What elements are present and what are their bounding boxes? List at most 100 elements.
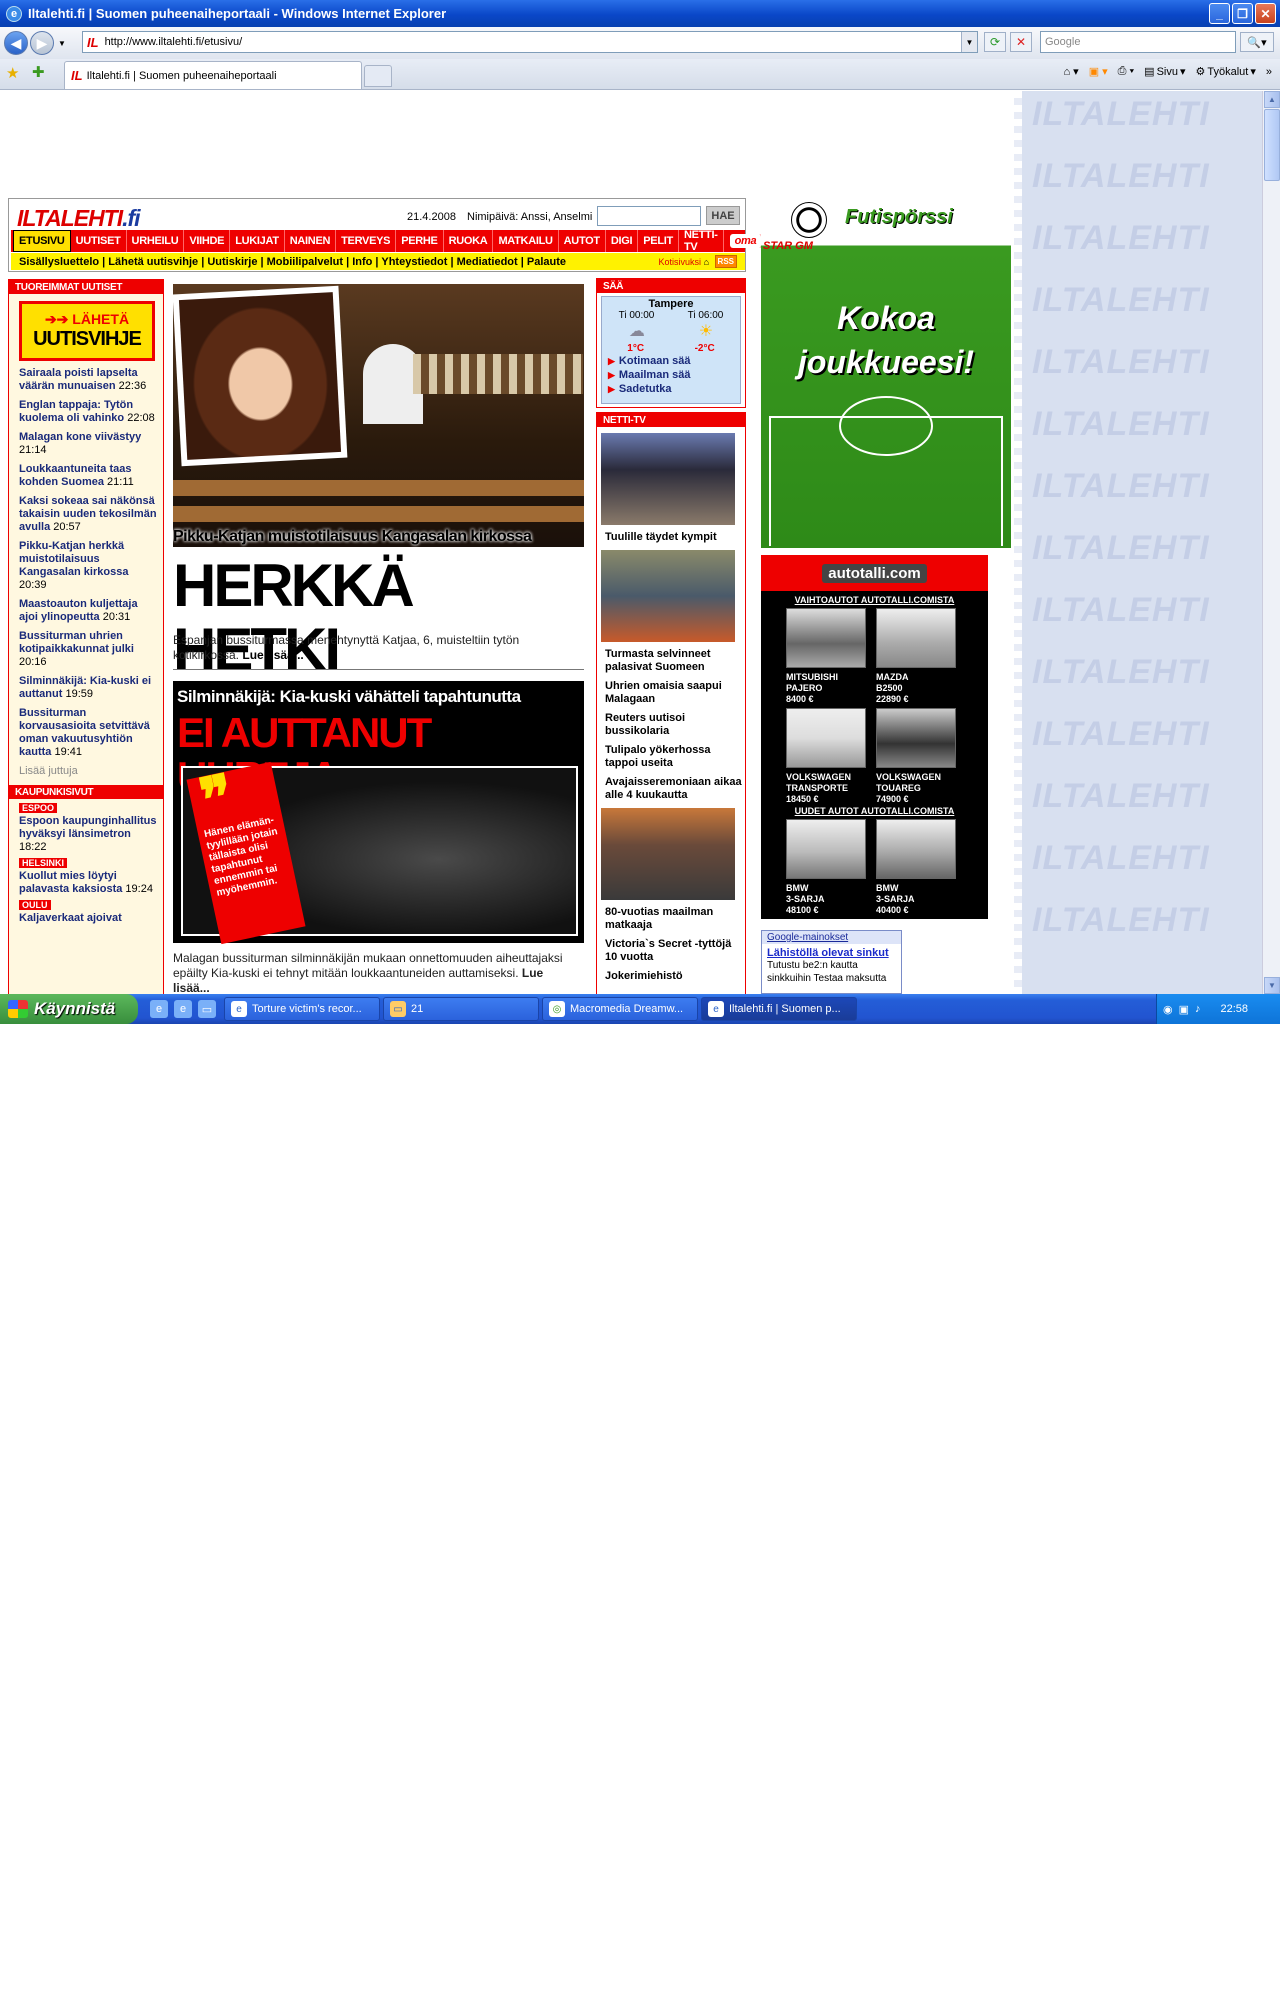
latest-news-title: TUOREIMMAT UUTISET xyxy=(9,280,163,294)
weather-link[interactable]: ▶ Sadetutka xyxy=(602,382,740,396)
minimize-button[interactable]: _ xyxy=(1209,3,1230,24)
tv-item[interactable]: Turmasta selvinneet palasivat Suomeen xyxy=(599,648,743,674)
car-item[interactable]: BMW 3-SARJA 48100 € xyxy=(786,819,874,915)
search-button[interactable]: 🔍▾ xyxy=(1240,32,1274,52)
feeds-icon[interactable]: ▣ ▾ xyxy=(1089,65,1108,78)
weather-widget[interactable]: Tampere Ti 00:00 Ti 06:00 ☁ ☀ 1°C -2°C ▶ Kot… xyxy=(601,296,741,404)
tv-thumbnail[interactable] xyxy=(601,808,735,900)
tv-item[interactable]: 80-vuotias maailman matkaaja xyxy=(599,906,743,932)
scroll-thumb[interactable] xyxy=(1264,109,1280,181)
tv-item[interactable]: Jokerimiehistö xyxy=(599,970,743,983)
story2-box[interactable]: Silminnäkijä: Kia-kuski vähätteli tapaht… xyxy=(173,681,584,945)
forward-button[interactable]: ▶ xyxy=(30,31,54,55)
car-model: VOLKSWAGEN xyxy=(876,772,942,782)
add-favorite-icon[interactable]: ✚ xyxy=(32,63,45,81)
favorites-star-icon[interactable]: ★ xyxy=(6,64,19,82)
news-item[interactable]: Bussiturman uhrien kotipaikkakunnat julk… xyxy=(19,630,157,669)
car-item[interactable]: VOLKSWAGEN TOUAREG 74900 € xyxy=(876,708,964,806)
tray-help-icon[interactable]: ◉ xyxy=(1163,1003,1173,1016)
home-icon[interactable]: ⌂ ▾ xyxy=(1063,65,1078,78)
main-story-column: Pikku-Katjan muistotilaisuus Kangasalan … xyxy=(173,284,585,994)
news-time: 20:39 xyxy=(19,579,47,591)
tab-iltalehti[interactable]: IL Iltalehti.fi | Suomen puheenaiheporta… xyxy=(64,61,362,89)
task-iltalehti[interactable]: e Iltalehti.fi | Suomen p... xyxy=(701,997,857,1021)
close-button[interactable]: ✕ xyxy=(1255,3,1276,24)
city-news-item[interactable]: Kaljaverkaat ajoivat xyxy=(9,912,163,925)
car-item[interactable]: VOLKSWAGEN TRANSPORTE 18450 € xyxy=(786,708,874,806)
task-folder-21[interactable]: ▭ 21 xyxy=(383,997,539,1021)
print-icon[interactable]: ⎙ ▾ xyxy=(1118,65,1134,78)
car-model: 3-SARJA xyxy=(786,894,825,904)
tv-item[interactable]: Tulipalo yökerhossa tappoi useita xyxy=(599,744,743,770)
address-text: http://www.iltalehti.fi/etusivu/ xyxy=(104,36,243,48)
tv-item[interactable]: Victoria`s Secret -tyttöjä 10 vuotta xyxy=(599,938,743,964)
quicklaunch-ie2-icon[interactable]: e xyxy=(174,1000,192,1018)
quicklaunch-ie-icon[interactable]: e xyxy=(150,1000,168,1018)
story1-caption[interactable]: Pikku-Katjan muistotilaisuus Kangasalan … xyxy=(173,528,584,546)
google-ads-header[interactable]: Google-mainokset xyxy=(762,931,901,944)
tv-thumbnail[interactable] xyxy=(601,433,735,525)
refresh-button[interactable]: ⟳ xyxy=(984,32,1006,52)
scroll-up-icon[interactable]: ▲ xyxy=(1264,91,1280,108)
address-dropdown-icon[interactable]: ▼ xyxy=(961,32,977,52)
stop-button[interactable]: ✕ xyxy=(1010,32,1032,52)
used-cars-link[interactable]: VAIHTOAUTOT AUTOTALLI.COMISTA xyxy=(761,595,988,605)
maximize-button[interactable]: ❐ xyxy=(1232,3,1253,24)
car-item[interactable]: MAZDA B2500 22890 € xyxy=(876,608,964,706)
city-tag[interactable]: HELSINKI xyxy=(19,858,68,868)
news-item[interactable]: Maastoauton kuljettaja ajoi ylinopeutta … xyxy=(19,598,157,624)
address-bar[interactable]: IL http://www.iltalehti.fi/etusivu/ ▼ xyxy=(82,31,978,53)
city-tag[interactable]: ESPOO xyxy=(19,803,58,813)
task-torture[interactable]: e Torture victim's recor... xyxy=(224,997,380,1021)
netti-tv-list: Tuulille täydet kympit Turmasta selvinnee… xyxy=(597,427,745,994)
task-dreamweaver[interactable]: ◎ Macromedia Dreamw... xyxy=(542,997,698,1021)
car-photo xyxy=(876,708,956,768)
news-item[interactable]: Loukkaantuneita taas kohden Suomea 21:11 xyxy=(19,463,157,489)
new-tab-button[interactable] xyxy=(364,65,392,87)
car-model: TOUAREG xyxy=(876,783,921,793)
language-indicator[interactable]: FI xyxy=(1162,1996,1172,2008)
tools-menu-label: Työkalut xyxy=(1207,65,1249,78)
city-news-item[interactable]: Kuollut mies löytyi palavasta kaksiosta … xyxy=(9,870,163,896)
google-ad-link[interactable]: Lähistöllä olevat sinkut xyxy=(762,944,901,959)
history-dropdown-icon[interactable]: ▼ xyxy=(58,39,66,48)
news-item[interactable]: Silminnäkijä: Kia-kuski ei auttanut 19:5… xyxy=(19,675,157,701)
news-item[interactable]: Pikku-Katjan herkkä muistotilaisuus Kang… xyxy=(19,540,157,592)
city-news-item[interactable]: Espoon kaupunginhallitus hyväksyi länsim… xyxy=(9,815,163,854)
back-button[interactable]: ◀ xyxy=(4,31,28,55)
futispörssi-ad[interactable]: Futispörssi STAR GM Kokoa joukkueesi! xyxy=(761,196,1011,548)
tv-item[interactable]: Reuters uutisoi bussikolaria xyxy=(599,712,743,738)
page-menu[interactable]: ▤ Sivu ▾ xyxy=(1144,65,1185,79)
news-item[interactable]: Bussiturman korvausasioita setvittävä om… xyxy=(19,707,157,759)
car-item[interactable]: BMW 3-SARJA 40400 € xyxy=(876,819,964,915)
tray-network-icon[interactable]: ▣ xyxy=(1179,1003,1189,1016)
autotalli-ad[interactable]: autotalli.com VAIHTOAUTOT AUTOTALLI.COMI… xyxy=(761,555,988,919)
church-photo[interactable] xyxy=(173,284,584,547)
task-label: 21 xyxy=(411,1003,424,1015)
tv-item[interactable]: Tuulille täydet kympit xyxy=(599,531,743,544)
tv-thumbnail[interactable] xyxy=(601,550,735,642)
car-item[interactable]: MITSUBISHI PAJERO 8400 € xyxy=(786,608,874,706)
tray-volume-icon[interactable]: ♪ xyxy=(1195,1003,1201,1015)
news-item[interactable]: Kaksi sokeaa sai näkönsä takaisin uuden … xyxy=(19,495,157,534)
new-cars-link[interactable]: UUDET AUTOT AUTOTALLI.COMISTA xyxy=(761,806,988,816)
city-tag[interactable]: OULU xyxy=(19,900,51,910)
quicklaunch-desktop-icon[interactable]: ▭ xyxy=(198,1000,216,1018)
tools-menu[interactable]: ⚙ Työkalut ▾ xyxy=(1196,65,1256,79)
tv-item[interactable]: Avajaisseremoniaan aikaa alle 4 kuukautt… xyxy=(599,776,743,802)
scroll-down-icon[interactable]: ▼ xyxy=(1264,977,1280,994)
weather-link[interactable]: ▶ Kotimaan sää xyxy=(602,354,740,368)
start-button[interactable]: Käynnistä xyxy=(0,994,138,1024)
weather-link[interactable]: ▶ Maailman sää xyxy=(602,368,740,382)
search-input[interactable]: Google xyxy=(1040,31,1236,53)
story1-more-link[interactable]: Lue lisää... xyxy=(242,648,303,662)
tab-scroll-icon[interactable]: » xyxy=(1266,66,1272,78)
news-item[interactable]: Malagan kone viivästyy 21:14 xyxy=(19,431,157,457)
news-item[interactable]: Sairaala poisti lapselta väärän munuaise… xyxy=(19,367,157,393)
news-title: Malagan kone viivästyy xyxy=(19,431,142,443)
tv-item[interactable]: Uhrien omaisia saapui Malagaan xyxy=(599,680,743,706)
more-news-link[interactable]: Lisää juttuja xyxy=(9,765,163,777)
vertical-scrollbar[interactable]: ▲ ▼ xyxy=(1262,91,1280,994)
send-tip-banner[interactable]: ➔➔ LÄHETÄ UUTISVIHJE xyxy=(19,301,155,361)
news-item[interactable]: Englan tappaja: Tytön kuolema oli vahink… xyxy=(19,399,157,425)
